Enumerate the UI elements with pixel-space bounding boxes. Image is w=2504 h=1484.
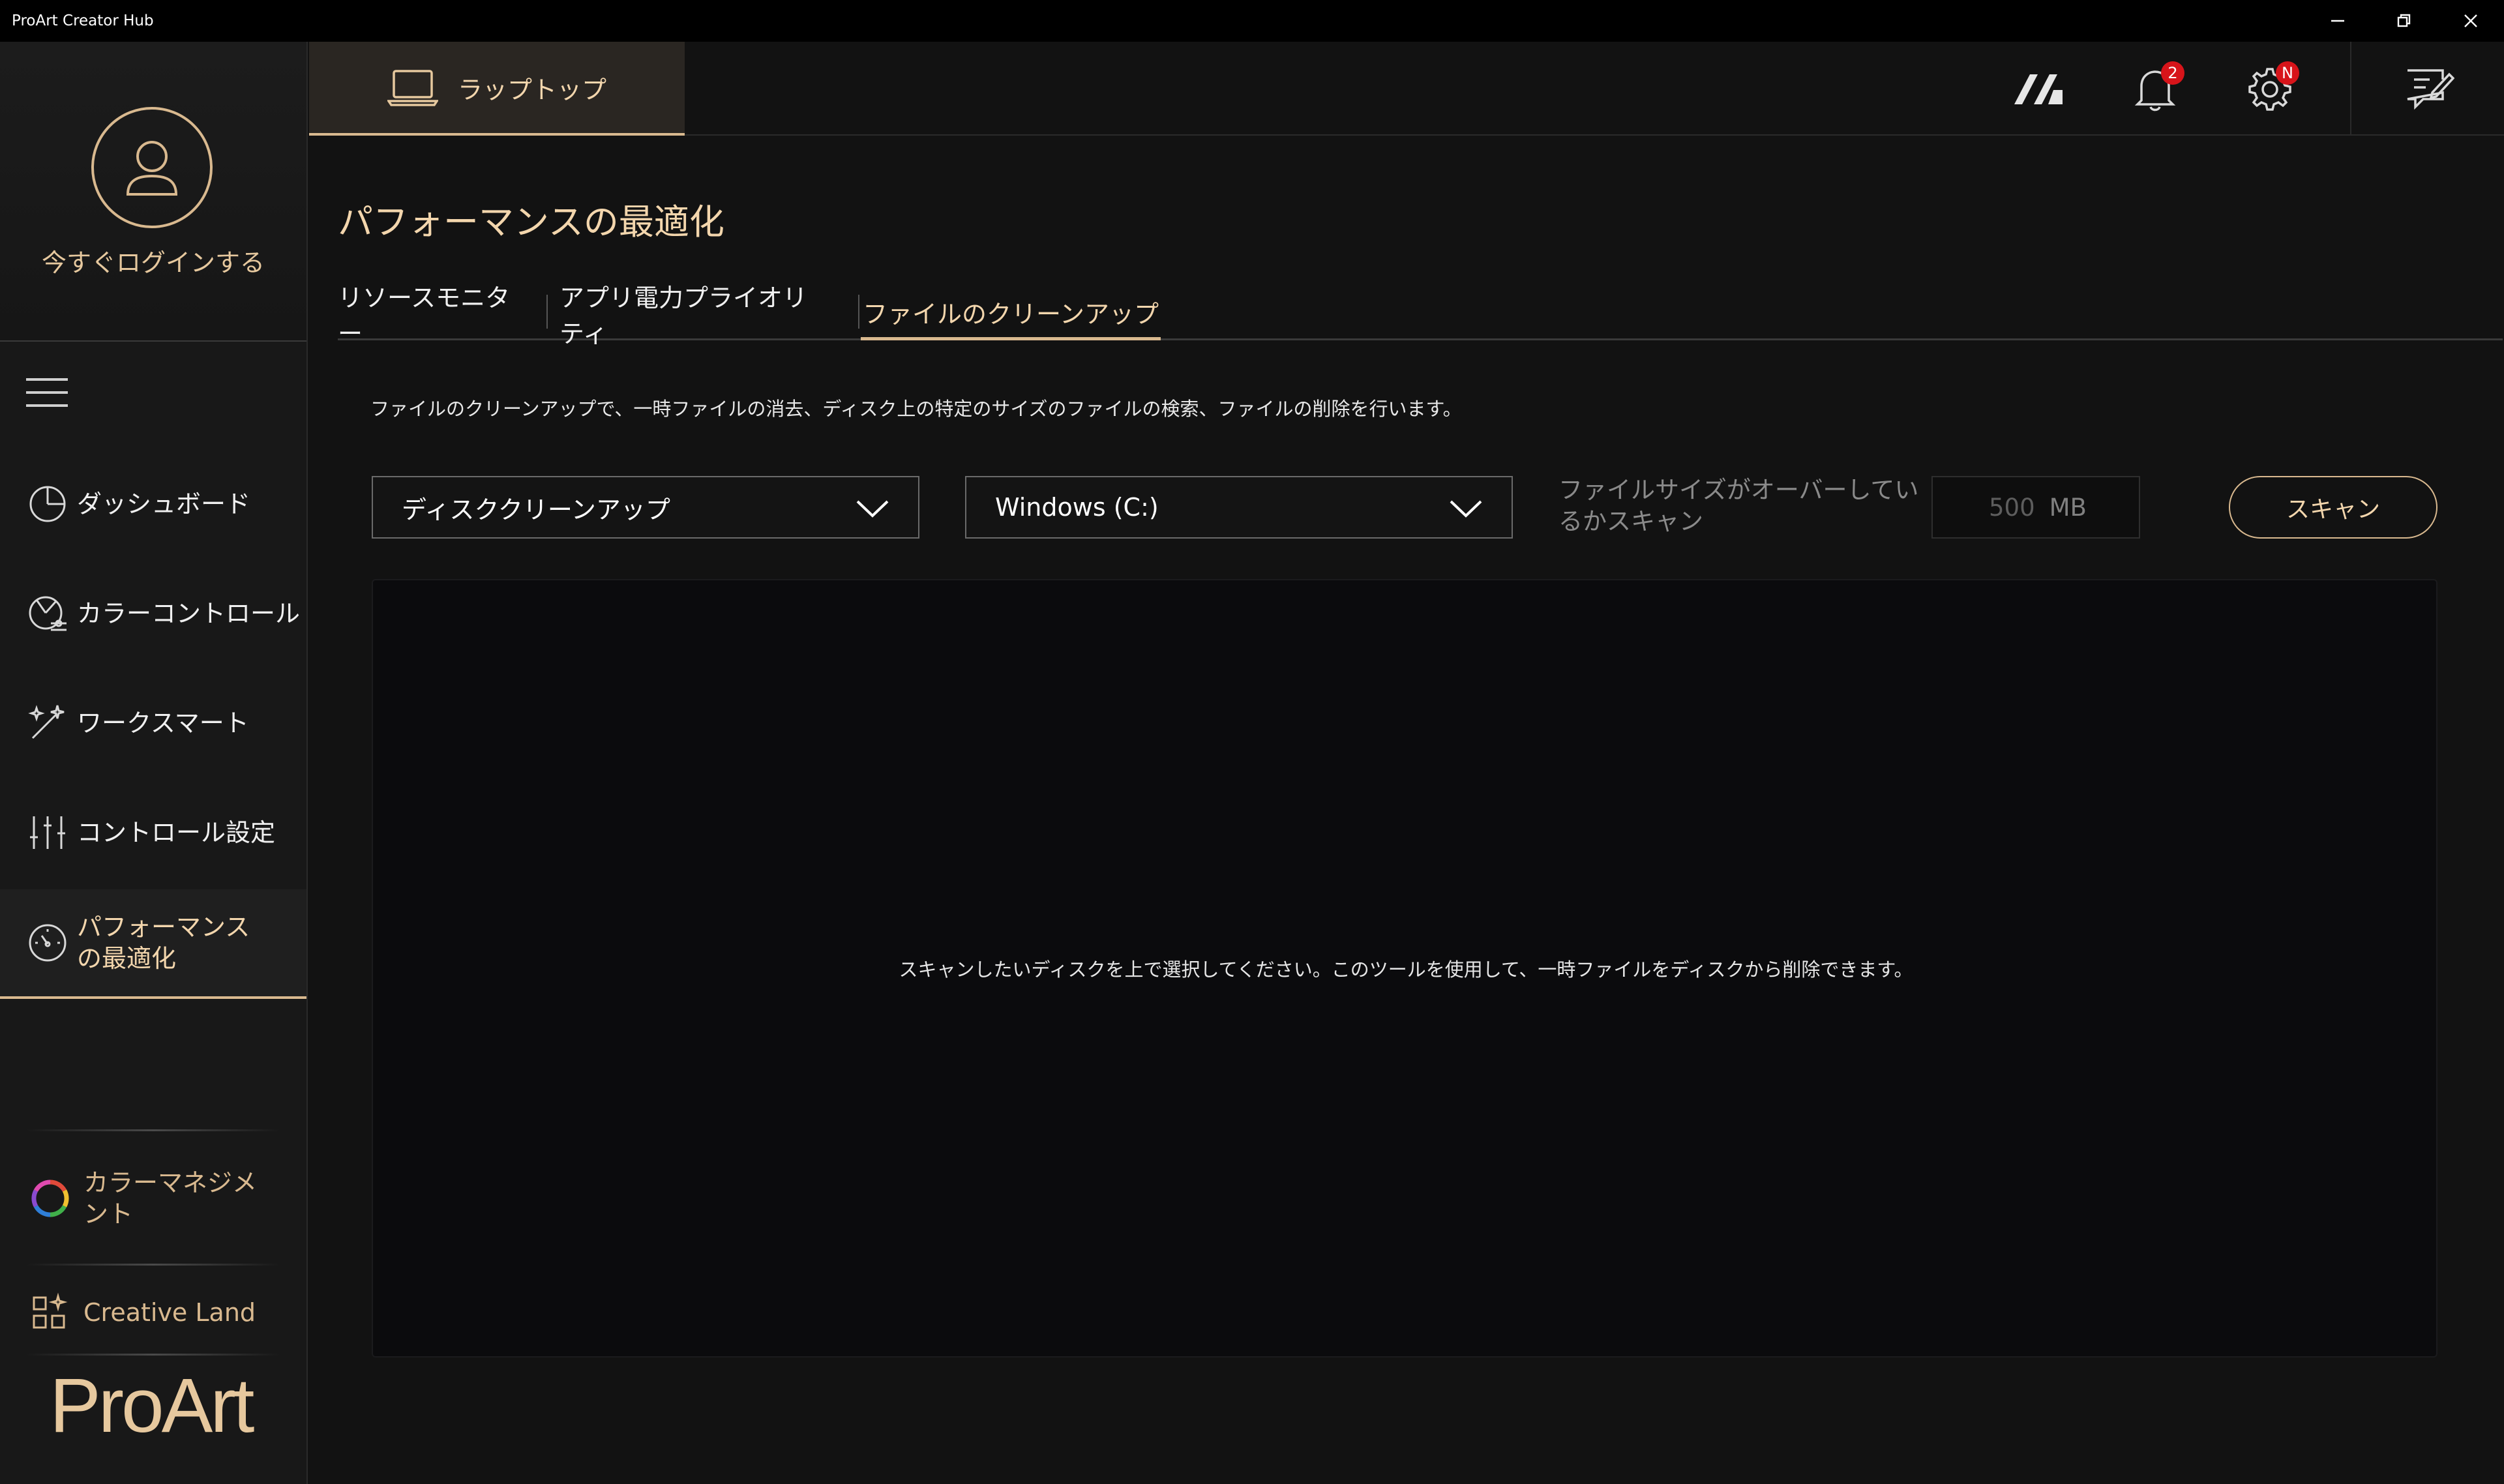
select-value: Windows (C:): [995, 493, 1159, 522]
tab-laptop[interactable]: ラップトップ: [309, 42, 685, 136]
sidebar-item-work-smart[interactable]: ワークスマート: [0, 681, 306, 765]
sidebar-item-creative-land[interactable]: Creative Land: [0, 1270, 306, 1355]
apps-grid-icon: [27, 1290, 73, 1335]
sidebar-item-label: ワークスマート: [77, 709, 249, 737]
empty-state-message: スキャンしたいディスクを上で選択してください。このツールを使用して、一時ファイル…: [899, 958, 1913, 981]
restore-icon: [2397, 14, 2411, 27]
file-size-label: ファイルサイズがオーバーしているかスキャン: [1558, 476, 1919, 535]
tab-app-power-priority[interactable]: アプリ電力プライオリティ: [559, 284, 807, 348]
restore-button[interactable]: [2371, 0, 2437, 42]
sidebar-item-label: カラーコントロール: [77, 599, 301, 628]
cleanup-mode-select[interactable]: ディスククリーンアップ: [372, 476, 919, 539]
title-bar: ProArt Creator Hub: [0, 0, 2504, 42]
dashboard-icon: [26, 482, 69, 526]
color-wheel-icon: [27, 1176, 73, 1221]
divider: [26, 1129, 280, 1131]
chevron-down-icon: [856, 497, 889, 526]
tab-separator: [858, 295, 859, 329]
sliders-icon: [26, 811, 69, 854]
sidebar-item-control-settings[interactable]: コントロール設定: [0, 790, 306, 875]
login-link[interactable]: 今すぐログインする: [0, 243, 306, 278]
user-icon: [126, 141, 178, 196]
tab-bar: リソースモニター アプリ電力プライオリティ ファイルのクリーンアップ: [338, 284, 2503, 348]
drive-select[interactable]: Windows (C:): [965, 476, 1513, 539]
top-bar: ラップトップ 2 N: [309, 42, 2504, 136]
feedback-button[interactable]: [2401, 61, 2457, 117]
select-value: ディスククリーンアップ: [402, 495, 670, 524]
minimize-button[interactable]: [2304, 0, 2371, 42]
tab-separator: [546, 295, 548, 329]
sidebar-item-label: Creative Land: [83, 1298, 256, 1327]
gauge-icon: [26, 921, 69, 964]
sidebar-item-color-control[interactable]: カラーコントロール: [0, 571, 306, 656]
header-divider: [2350, 42, 2351, 136]
laptop-icon: [387, 70, 438, 106]
profile-panel: 今すぐログインする: [0, 42, 306, 342]
settings-badge: N: [2276, 61, 2299, 85]
sidebar-item-label: カラーマネジメント: [83, 1168, 258, 1228]
asus-ai-icon: [2014, 74, 2063, 104]
hamburger-icon-line: [26, 391, 68, 394]
close-icon: [2464, 14, 2477, 27]
minimize-icon: [2331, 20, 2344, 22]
divider: [26, 1264, 280, 1266]
file-size-value: 500: [1989, 493, 2035, 522]
menu-toggle-button[interactable]: [26, 378, 68, 417]
proart-logo: ProArt: [50, 1363, 254, 1449]
color-control-icon: [26, 592, 69, 635]
window-controls: [2304, 0, 2504, 42]
sidebar-item-label: パフォーマンスの最適化: [77, 913, 250, 973]
feedback-icon: [2407, 69, 2454, 110]
sidebar-item-performance[interactable]: パフォーマンスの最適化: [0, 889, 306, 999]
settings-button[interactable]: N: [2242, 61, 2299, 117]
description-text: ファイルのクリーンアップで、一時ファイルの消去、ディスク上の特定のサイズのファイ…: [370, 398, 1462, 420]
file-size-unit: MB: [2049, 493, 2087, 522]
notification-badge: 2: [2161, 61, 2184, 85]
app-title: ProArt Creator Hub: [12, 12, 154, 29]
results-panel: スキャンしたいディスクを上で選択してください。このツールを使用して、一時ファイル…: [372, 579, 2437, 1358]
tab-label: ラップトップ: [457, 75, 606, 104]
page-title: パフォーマンスの最適化: [338, 201, 724, 243]
tab-file-cleanup[interactable]: ファイルのクリーンアップ: [861, 287, 1161, 340]
sidebar-item-label: ダッシュボード: [77, 490, 251, 518]
magic-wand-icon: [26, 702, 69, 745]
sidebar: 今すぐログインする ダッシュボード カラーコントロール ワークスマート コントロ…: [0, 42, 308, 1484]
sidebar-item-label: コントロール設定: [77, 818, 276, 847]
notifications-button[interactable]: 2: [2127, 61, 2184, 117]
hamburger-icon-line: [26, 404, 68, 407]
chevron-down-icon: [1449, 497, 1483, 526]
asus-logo-button[interactable]: [2011, 61, 2067, 117]
sidebar-item-dashboard[interactable]: ダッシュボード: [0, 462, 306, 546]
hamburger-icon-line: [26, 378, 68, 381]
close-button[interactable]: [2437, 0, 2504, 42]
file-size-input[interactable]: 500 MB: [1931, 476, 2140, 539]
tab-resource-monitor[interactable]: リソースモニター: [338, 284, 520, 348]
avatar[interactable]: [91, 107, 213, 228]
sidebar-item-color-management[interactable]: カラーマネジメント: [0, 1135, 306, 1262]
divider: [26, 1354, 280, 1356]
scan-button[interactable]: スキャン: [2229, 476, 2437, 539]
